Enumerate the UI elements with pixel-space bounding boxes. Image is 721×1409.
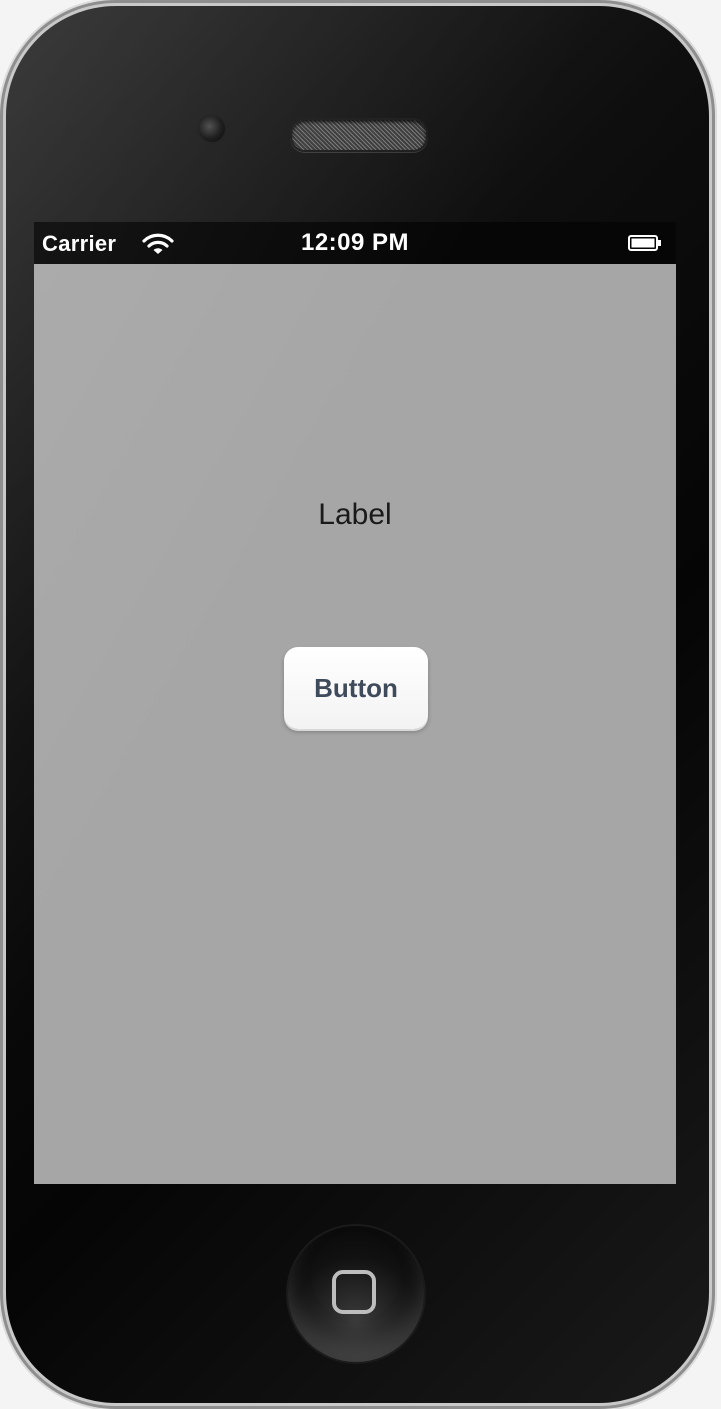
- status-time: 12:09 PM: [300, 229, 410, 256]
- device-screen: Carrier 12:09 PM Label Button: [34, 222, 676, 1184]
- status-bar: Carrier 12:09 PM: [34, 222, 676, 264]
- iphone-simulator-frame: Carrier 12:09 PM Label Button: [6, 6, 709, 1403]
- home-button-icon: [332, 1270, 376, 1314]
- front-camera-icon: [199, 116, 225, 142]
- content-label: Label: [318, 498, 392, 531]
- battery-icon: [628, 235, 661, 251]
- home-button[interactable]: [288, 1226, 424, 1362]
- earpiece-speaker-icon: [290, 118, 428, 152]
- primary-button[interactable]: Button: [284, 647, 428, 729]
